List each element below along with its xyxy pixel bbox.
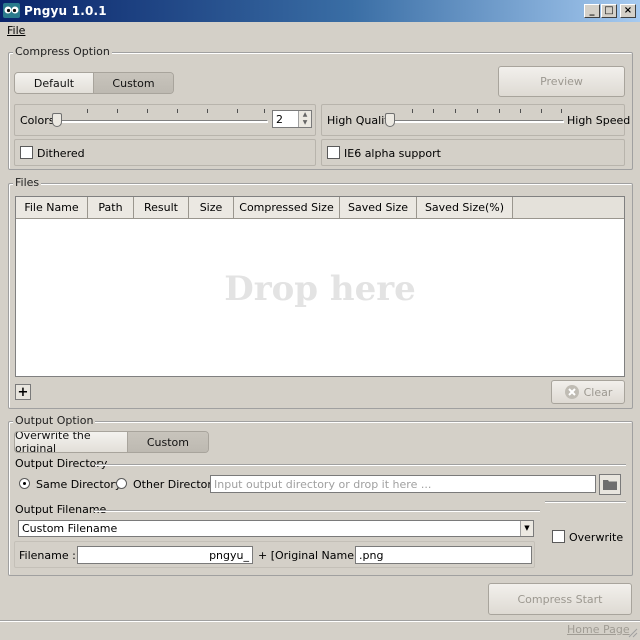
home-page-link[interactable]: Home Page	[567, 623, 630, 636]
files-table-header: File Name Path Result Size Compressed Si…	[16, 197, 624, 219]
slider-tick	[520, 109, 521, 113]
chevron-down-icon[interactable]: ▼	[520, 521, 533, 536]
column-file-name[interactable]: File Name	[16, 197, 88, 218]
app-window: Pngyu 1.0.1 _ □ × File Compress Option D…	[0, 0, 640, 640]
column-saved-size[interactable]: Saved Size	[340, 197, 417, 218]
filename-label: Filename :	[19, 549, 76, 562]
quality-slider-thumb[interactable]	[385, 113, 395, 127]
output-directory-title: Output Directory	[15, 457, 108, 470]
compress-option-title: Compress Option	[13, 45, 112, 58]
column-result[interactable]: Result	[134, 197, 189, 218]
clear-button[interactable]: Clear	[551, 380, 625, 404]
dithered-checkbox[interactable]	[20, 146, 33, 159]
filename-suffix-value: .png	[359, 548, 384, 562]
slider-tick	[207, 109, 208, 113]
colors-label: Colors	[20, 114, 55, 127]
other-directory-label: Other Directory	[133, 478, 219, 491]
spin-up-icon[interactable]: ▲	[299, 111, 311, 119]
minimize-button[interactable]: _	[584, 4, 600, 18]
compress-mode-toggle: Default Custom	[14, 72, 174, 94]
add-file-button[interactable]: +	[15, 384, 31, 400]
ie6-alpha-label: IE6 alpha support	[344, 147, 441, 160]
divider	[95, 464, 626, 465]
files-title: Files	[13, 176, 42, 189]
resize-grip-icon[interactable]	[626, 626, 638, 638]
filename-prefix-value: pngyu_	[209, 548, 249, 562]
column-path[interactable]: Path	[88, 197, 134, 218]
output-directory-input[interactable]: Input output directory or drop it here .…	[210, 475, 596, 493]
other-directory-radio[interactable]	[116, 478, 127, 489]
colors-slider-thumb[interactable]	[52, 113, 62, 127]
column-compressed-size[interactable]: Compressed Size	[234, 197, 340, 218]
quality-slider-track[interactable]	[388, 120, 564, 123]
preview-button[interactable]: Preview	[498, 66, 625, 97]
spin-down-icon[interactable]: ▼	[299, 119, 311, 127]
slider-tick	[499, 109, 500, 113]
spin-arrows[interactable]: ▲ ▼	[298, 111, 311, 127]
divider	[94, 510, 540, 511]
title-bar[interactable]: Pngyu 1.0.1 _ □ ×	[0, 0, 640, 22]
colors-slider-track[interactable]	[54, 120, 268, 123]
custom-mode-button[interactable]: Custom	[94, 73, 173, 93]
slider-tick	[177, 109, 178, 113]
overwrite-label: Overwrite	[569, 531, 624, 544]
same-directory-label: Same Directory	[36, 478, 122, 491]
output-filename-title: Output Filename	[15, 503, 107, 516]
slider-tick	[117, 109, 118, 113]
output-option-title: Output Option	[13, 414, 96, 427]
compress-start-button[interactable]: Compress Start	[488, 583, 632, 615]
folder-icon	[603, 480, 617, 490]
ie6-alpha-checkbox[interactable]	[327, 146, 340, 159]
slider-tick	[87, 109, 88, 113]
overwrite-checkbox[interactable]	[552, 530, 565, 543]
filename-suffix-input[interactable]: .png	[355, 546, 532, 564]
column-saved-size-percent[interactable]: Saved Size(%)	[417, 197, 513, 218]
slider-tick	[433, 109, 434, 113]
colors-spinbox-value: 2	[276, 113, 283, 126]
dithered-label: Dithered	[37, 147, 85, 160]
filename-mode-select[interactable]: Custom Filename ▼	[18, 520, 534, 537]
status-divider	[0, 620, 640, 621]
overwrite-original-button[interactable]: Overwrite the original	[15, 432, 128, 452]
slider-tick	[237, 109, 238, 113]
slider-tick	[264, 109, 265, 113]
close-button[interactable]: ×	[620, 4, 636, 18]
browse-folder-button[interactable]	[599, 474, 621, 495]
menu-file[interactable]: File	[7, 24, 25, 37]
maximize-button[interactable]: □	[601, 4, 617, 18]
clear-label: Clear	[583, 385, 613, 399]
same-directory-radio[interactable]	[19, 478, 30, 489]
window-title: Pngyu 1.0.1	[24, 4, 107, 18]
slider-tick	[412, 109, 413, 113]
divider	[545, 501, 626, 502]
drop-here-hint: Drop here	[224, 269, 416, 309]
slider-tick	[561, 109, 562, 113]
pngyu-app-icon	[3, 3, 20, 18]
colors-spinbox[interactable]: 2 ▲ ▼	[272, 110, 312, 128]
output-directory-placeholder: Input output directory or drop it here .…	[214, 477, 432, 491]
output-mode-toggle: Overwrite the original Custom	[14, 431, 209, 453]
high-speed-label: High Speed	[567, 114, 631, 127]
slider-tick	[147, 109, 148, 113]
filename-mode-value: Custom Filename	[22, 522, 118, 535]
slider-tick	[477, 109, 478, 113]
filename-prefix-input[interactable]: pngyu_	[77, 546, 253, 564]
clear-icon	[564, 385, 579, 399]
default-mode-button[interactable]: Default	[15, 73, 94, 93]
slider-tick	[455, 109, 456, 113]
custom-output-button[interactable]: Custom	[127, 432, 208, 452]
menu-bar: File	[0, 22, 640, 40]
column-size[interactable]: Size	[189, 197, 234, 218]
files-table[interactable]: File Name Path Result Size Compressed Si…	[15, 196, 625, 377]
slider-tick	[541, 109, 542, 113]
